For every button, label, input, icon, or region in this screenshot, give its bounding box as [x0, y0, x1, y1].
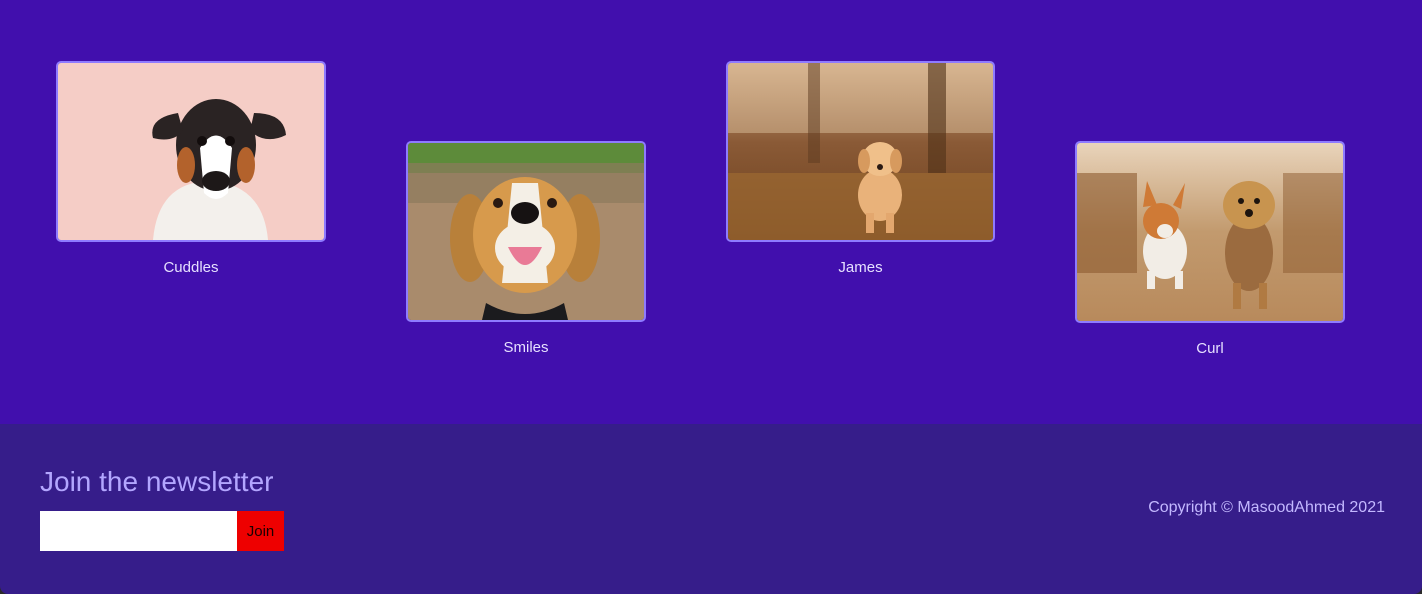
newsletter-email-input[interactable] — [40, 511, 237, 551]
dog-name-smiles: Smiles — [503, 339, 549, 356]
join-button[interactable]: Join — [237, 511, 284, 551]
footer: Join the newsletter Join Copyright © Mas… — [0, 424, 1422, 594]
dog-card-curl[interactable]: Curl — [1075, 141, 1345, 358]
copyright-text: Copyright © MasoodAhmed 2021 — [1148, 499, 1385, 516]
newsletter-form: Join — [40, 511, 284, 551]
dog-card-james[interactable]: James — [726, 61, 995, 277]
dog-name-james: James — [838, 259, 883, 276]
dog-gallery: Cuddles Smiles James Curl — [0, 0, 1422, 424]
dog-photo-smiles[interactable] — [406, 141, 646, 322]
dog-card-smiles[interactable]: Smiles — [406, 141, 646, 357]
dog-photo-cuddles[interactable] — [56, 61, 326, 242]
dog-photo-curl[interactable] — [1075, 141, 1345, 323]
dog-card-cuddles[interactable]: Cuddles — [56, 61, 326, 277]
dog-name-cuddles: Cuddles — [163, 259, 219, 276]
newsletter-title: Join the newsletter — [40, 466, 274, 497]
page: Cuddles Smiles James Curl Join the newsl… — [0, 0, 1422, 594]
dog-photo-james[interactable] — [726, 61, 995, 242]
dog-name-curl: Curl — [1196, 340, 1224, 357]
